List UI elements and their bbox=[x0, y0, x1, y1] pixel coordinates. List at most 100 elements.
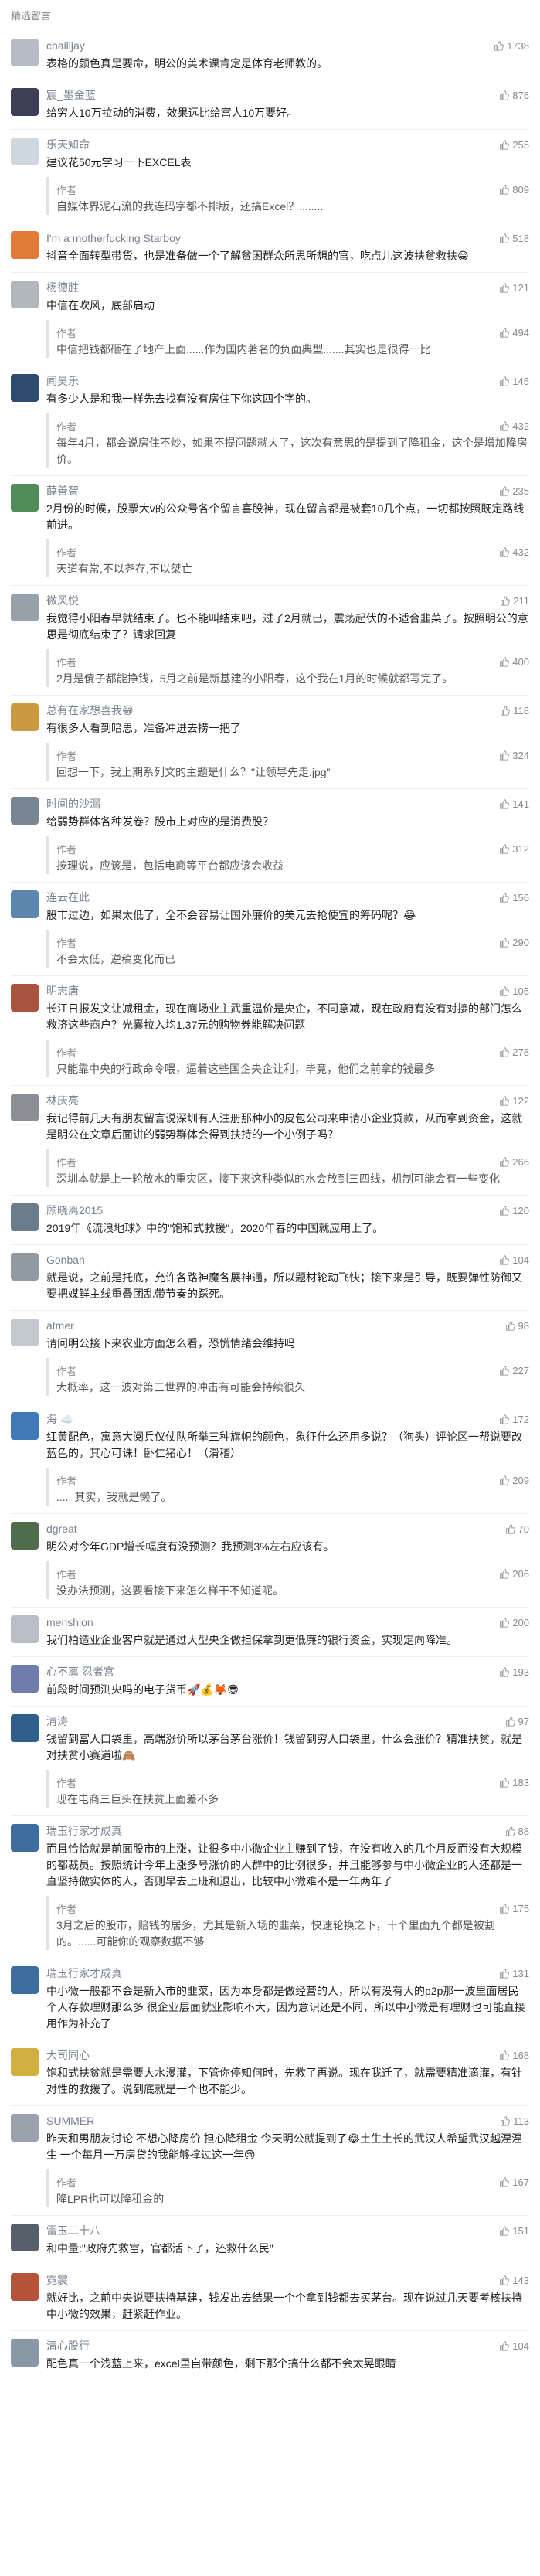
like-button[interactable]: 70 bbox=[505, 1523, 529, 1535]
reply-like-button[interactable]: 209 bbox=[499, 1475, 529, 1486]
like-button[interactable]: 143 bbox=[499, 2275, 529, 2286]
like-button[interactable]: 193 bbox=[499, 1666, 529, 1678]
comment-item: dgreat 70 明公对今年GDP增长幅度有没预测？我预测3%左右应该有。 作… bbox=[11, 1514, 529, 1608]
avatar[interactable] bbox=[11, 890, 39, 918]
reply-like-button[interactable]: 290 bbox=[499, 937, 529, 948]
avatar[interactable] bbox=[11, 374, 39, 402]
reply-text: 每年4月，都会说房住不炒，如果不提问题就大了，这次有意思的是提到了降租金，这个是… bbox=[56, 437, 528, 465]
comment-body: 林庆亮 122 我记得前几天有朋友留言说深圳有人注册那种小的皮包公司来申请小企业… bbox=[46, 1094, 529, 1187]
like-button[interactable]: 122 bbox=[499, 1095, 529, 1107]
comment-header: 时间的沙漏 141 bbox=[46, 797, 529, 811]
commenter-name: 雷玉二十八 bbox=[46, 2224, 100, 2237]
avatar[interactable] bbox=[11, 2114, 39, 2142]
comment-body: 微风悦 211 我觉得小阳春早就结束了。也不能叫结束吧，过了2月就已，震荡起伏的… bbox=[46, 594, 529, 687]
reply-header: 作者 432 bbox=[56, 546, 529, 559]
comment-header: 明志唐 105 bbox=[46, 984, 529, 998]
avatar[interactable] bbox=[11, 88, 39, 116]
comment-item: 雷玉二十八 151 和中量:"政府先救富，官都活下了，还救什么民" bbox=[11, 2216, 529, 2265]
avatar[interactable] bbox=[11, 2224, 39, 2251]
like-button[interactable]: 88 bbox=[505, 1826, 529, 1837]
commenter-name: 宸_墨金蓝 bbox=[46, 89, 96, 101]
avatar[interactable] bbox=[11, 231, 39, 259]
reply-like-button[interactable]: 206 bbox=[499, 1568, 529, 1580]
like-button[interactable]: 141 bbox=[499, 798, 529, 810]
avatar[interactable] bbox=[11, 1522, 39, 1550]
like-button[interactable]: 121 bbox=[499, 282, 529, 294]
avatar[interactable] bbox=[11, 1203, 39, 1231]
avatar[interactable] bbox=[11, 1714, 39, 1742]
like-button[interactable]: 113 bbox=[500, 2115, 529, 2127]
reply-like-button[interactable]: 183 bbox=[499, 1777, 529, 1788]
reply-like-button[interactable]: 167 bbox=[499, 2176, 529, 2188]
like-count: 168 bbox=[512, 2049, 529, 2061]
thumbs-up-icon bbox=[500, 892, 510, 903]
like-count: 518 bbox=[512, 232, 529, 244]
reply-like-button[interactable]: 324 bbox=[499, 750, 529, 761]
reply-like-button[interactable]: 312 bbox=[499, 843, 529, 855]
like-button[interactable]: 156 bbox=[499, 892, 529, 903]
thumbs-up-icon bbox=[500, 1046, 510, 1057]
thumbs-up-icon bbox=[500, 1903, 510, 1914]
like-button[interactable]: 151 bbox=[499, 2225, 529, 2237]
avatar[interactable] bbox=[11, 1615, 39, 1643]
commenter-name: SUMMER bbox=[46, 2115, 95, 2127]
like-button[interactable]: 876 bbox=[499, 90, 529, 101]
like-button[interactable]: 104 bbox=[499, 2340, 529, 2352]
like-button[interactable]: 168 bbox=[499, 2050, 529, 2061]
like-button[interactable]: 97 bbox=[505, 1716, 529, 1727]
reply-like-button[interactable]: 809 bbox=[499, 184, 529, 196]
like-button[interactable]: 120 bbox=[499, 1205, 529, 1217]
like-count: 97 bbox=[518, 1715, 529, 1727]
avatar[interactable] bbox=[11, 1824, 39, 1852]
comment-body: 宸_墨金蓝 876 给穷人10万拉动的消费，效果远比给富人10万要好。 bbox=[46, 88, 529, 121]
reply-like-button[interactable]: 175 bbox=[499, 1903, 529, 1914]
like-button[interactable]: 235 bbox=[499, 485, 529, 497]
avatar[interactable] bbox=[11, 1253, 39, 1281]
like-button[interactable]: 104 bbox=[499, 1254, 529, 1266]
thumbs-up-icon bbox=[500, 327, 510, 338]
like-button[interactable]: 1738 bbox=[494, 40, 529, 52]
like-button[interactable]: 118 bbox=[500, 705, 529, 716]
reply-like-button[interactable]: 432 bbox=[499, 546, 529, 558]
avatar[interactable] bbox=[11, 484, 39, 512]
avatar[interactable] bbox=[11, 1094, 39, 1121]
avatar[interactable] bbox=[11, 1412, 39, 1440]
comment-item: menshion 200 我们柏造业企业客户就是通过大型央企做担保拿到更低廉的银… bbox=[11, 1608, 529, 1657]
thumbs-up-icon bbox=[500, 1365, 510, 1376]
comment-header: I'm a motherfucking Starboy 518 bbox=[46, 231, 529, 245]
avatar[interactable] bbox=[11, 281, 39, 308]
avatar[interactable] bbox=[11, 703, 39, 731]
avatar[interactable] bbox=[11, 1966, 39, 1994]
reply-like-button[interactable]: 227 bbox=[499, 1365, 529, 1376]
reply-like-button[interactable]: 278 bbox=[499, 1046, 529, 1058]
reply-like-button[interactable]: 266 bbox=[499, 1156, 529, 1168]
avatar[interactable] bbox=[11, 2048, 39, 2076]
like-button[interactable]: 172 bbox=[499, 1414, 529, 1425]
like-button[interactable]: 255 bbox=[499, 139, 529, 151]
avatar[interactable] bbox=[11, 138, 39, 165]
avatar[interactable] bbox=[11, 797, 39, 825]
like-button[interactable]: 211 bbox=[500, 595, 529, 607]
like-button[interactable]: 98 bbox=[505, 1320, 529, 1332]
like-button[interactable]: 145 bbox=[499, 376, 529, 387]
reply-header: 作者 167 bbox=[56, 2176, 529, 2189]
comment-text: 前段时间预测央吗的电子货币🚀💰🦊😎 bbox=[46, 1683, 239, 1696]
reply-like-button[interactable]: 400 bbox=[499, 656, 529, 668]
thumbs-up-icon bbox=[500, 90, 510, 100]
like-count: 113 bbox=[513, 2115, 529, 2127]
avatar[interactable] bbox=[11, 39, 39, 66]
like-button[interactable]: 131 bbox=[499, 1968, 529, 1979]
like-button[interactable]: 518 bbox=[499, 233, 529, 244]
comment-item: 顾晓离2015 120 2019年《流浪地球》中的"饱和式救援"，2020年春的… bbox=[11, 1196, 529, 1245]
avatar[interactable] bbox=[11, 1319, 39, 1346]
avatar[interactable] bbox=[11, 1665, 39, 1693]
like-button[interactable]: 105 bbox=[499, 985, 529, 997]
reply-like-button[interactable]: 432 bbox=[499, 420, 529, 432]
avatar[interactable] bbox=[11, 2273, 39, 2301]
comment-header: 大司同心 168 bbox=[46, 2048, 529, 2062]
like-button[interactable]: 200 bbox=[499, 1617, 529, 1628]
avatar[interactable] bbox=[11, 984, 39, 1012]
reply-like-button[interactable]: 494 bbox=[499, 327, 529, 339]
avatar[interactable] bbox=[11, 594, 39, 621]
avatar[interactable] bbox=[11, 2339, 39, 2367]
